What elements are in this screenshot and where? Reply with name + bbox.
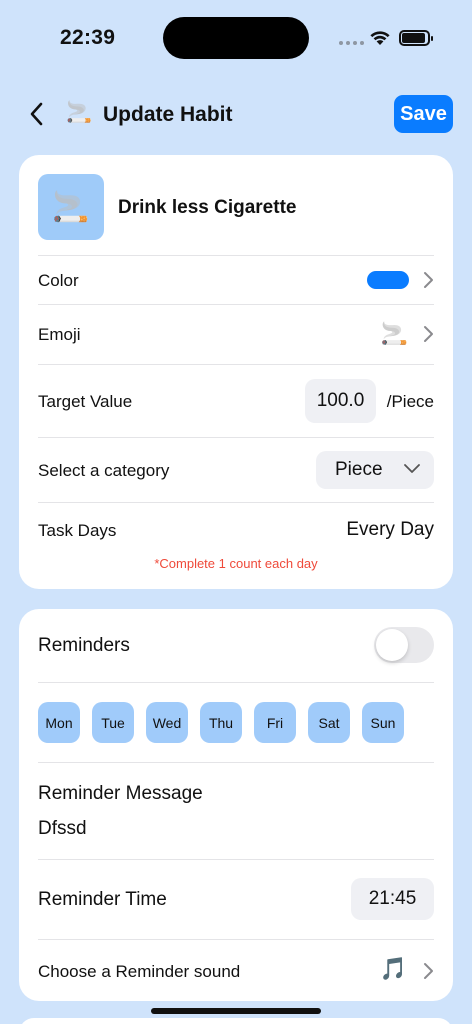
color-label: Color	[38, 271, 79, 290]
chevron-right-icon	[424, 963, 433, 979]
reminder-time-picker[interactable]: 21:45	[351, 878, 434, 920]
back-chevron-icon[interactable]	[26, 101, 50, 127]
divider	[38, 682, 434, 683]
emoji-value: 🚬	[380, 321, 408, 346]
color-row[interactable]: Color	[38, 256, 434, 304]
reminder-time-row: Reminder Time 21:45	[38, 860, 434, 939]
page-title: Update Habit	[103, 103, 233, 126]
music-note-icon: 🎵	[379, 956, 407, 981]
target-value-row: Target Value 100.0 /Piece	[38, 365, 434, 437]
task-days-label: Task Days	[38, 521, 117, 540]
reminders-row: Reminders	[38, 609, 434, 682]
day-chip-fri[interactable]: Fri	[254, 702, 296, 743]
reminder-message-row[interactable]: Reminder Message Dfssd	[38, 763, 434, 859]
status-time: 22:39	[60, 26, 116, 49]
reminders-card: Reminders Mon Tue Wed Thu Fri Sat Sun Re…	[19, 609, 453, 1001]
emoji-row[interactable]: Emoji 🚬	[38, 305, 434, 364]
dynamic-island	[163, 17, 309, 59]
toggle-knob	[376, 629, 408, 661]
save-button[interactable]: Save	[394, 95, 453, 133]
day-chip-sat[interactable]: Sat	[308, 702, 350, 743]
nav-habit-emoji: 🚬	[66, 101, 93, 124]
category-value: Piece	[335, 459, 383, 480]
category-select[interactable]: Piece	[316, 451, 434, 489]
battery-icon	[399, 30, 433, 46]
nav-bar: 🚬 Update Habit Save	[0, 92, 472, 136]
reminder-time-label: Reminder Time	[38, 889, 167, 910]
color-swatch[interactable]	[367, 271, 409, 289]
target-unit: /Piece	[386, 392, 434, 411]
status-bar: 22:39	[0, 0, 472, 78]
wifi-icon	[370, 31, 390, 45]
habit-name[interactable]: Drink less Cigarette	[118, 197, 296, 219]
reminder-sound-row[interactable]: Choose a Reminder sound 🎵	[38, 940, 434, 1001]
reminders-label: Reminders	[38, 635, 130, 656]
reminders-toggle[interactable]	[374, 627, 434, 663]
task-days-value: Every Day	[346, 519, 434, 540]
reminder-days: Mon Tue Wed Thu Fri Sat Sun	[38, 702, 404, 743]
day-chip-wed[interactable]: Wed	[146, 702, 188, 743]
reminder-message-label: Reminder Message	[38, 783, 203, 804]
reminder-sound-label: Choose a Reminder sound	[38, 962, 241, 981]
habit-icon[interactable]: 🚬	[38, 174, 104, 240]
target-value-label: Target Value	[38, 392, 133, 411]
category-row: Select a category Piece	[38, 438, 434, 502]
day-chip-mon[interactable]: Mon	[38, 702, 80, 743]
cellular-signal-icon	[339, 41, 364, 45]
habit-settings-card: 🚬 Drink less Cigarette Color Emoji 🚬 Tar…	[19, 155, 453, 589]
chevron-down-icon	[404, 464, 420, 473]
day-chip-sun[interactable]: Sun	[362, 702, 404, 743]
task-days-row[interactable]: Task Days Every Day *Complete 1 count ea…	[38, 503, 434, 583]
task-days-note: *Complete 1 count each day	[154, 556, 318, 571]
home-indicator	[151, 1008, 321, 1014]
reminder-message-input[interactable]: Dfssd	[38, 818, 87, 840]
day-chip-thu[interactable]: Thu	[200, 702, 242, 743]
emoji-label: Emoji	[38, 325, 81, 344]
target-value-input[interactable]: 100.0	[305, 379, 376, 423]
day-chip-tue[interactable]: Tue	[92, 702, 134, 743]
category-label: Select a category	[38, 461, 170, 480]
chevron-right-icon	[424, 272, 433, 288]
next-card	[19, 1018, 453, 1024]
chevron-right-icon	[424, 326, 433, 342]
